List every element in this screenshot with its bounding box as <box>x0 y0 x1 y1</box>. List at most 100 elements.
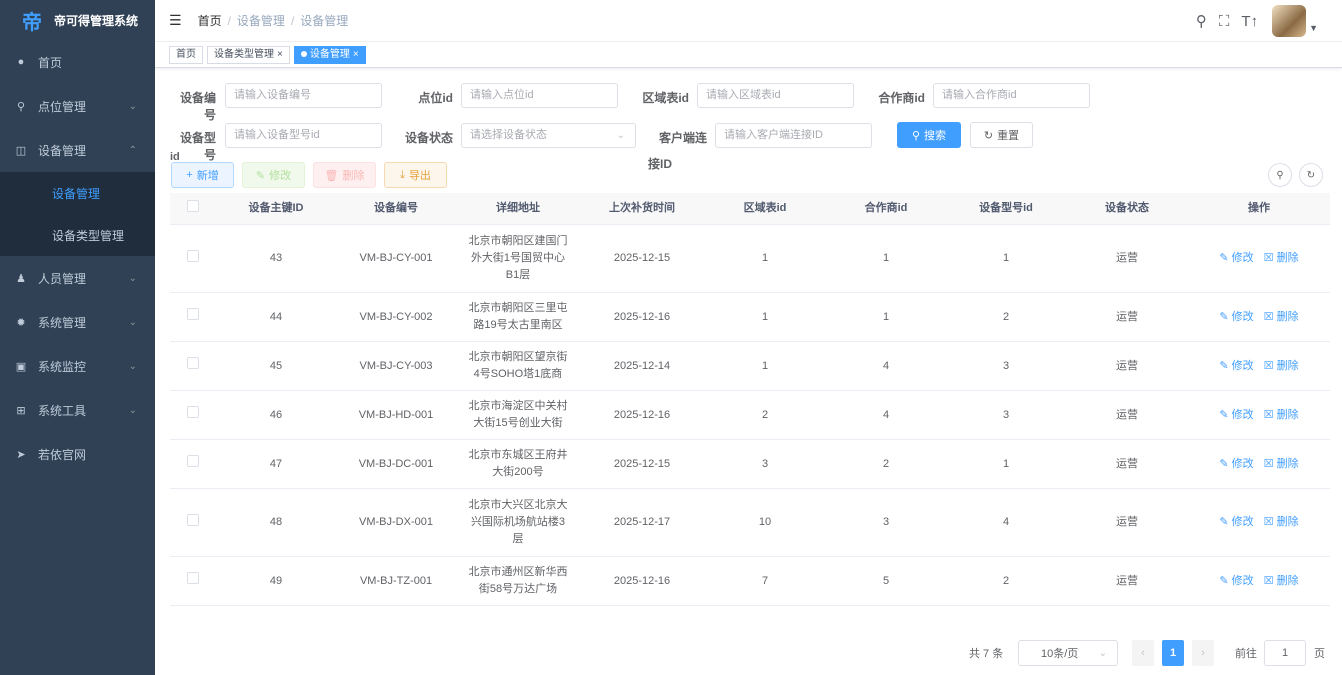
sidebar-subitem-device-type[interactable]: 设备类型管理 <box>0 214 155 256</box>
row-checkbox[interactable] <box>187 249 199 262</box>
sidebar-item-home[interactable]: ● 首页 <box>0 40 155 84</box>
table-row: 48 VM-BJ-DX-001 北京市大兴区北京大 兴国际机场航站楼3 层 2025-12… <box>170 489 1330 557</box>
status-select[interactable]: 请选择设备状态 ⌄ <box>461 123 636 148</box>
row-delete-button[interactable]: ☒ 删除 <box>1264 458 1299 470</box>
close-icon[interactable]: × <box>353 49 359 60</box>
cell-address: 北京市朝阳区望京街 4号SOHO塔1底商 <box>456 349 580 383</box>
cell-address: 北京市海淀区中关村 大街15号创业大街 <box>456 398 580 432</box>
cell-device-no: VM-BJ-DX-001 <box>359 516 433 528</box>
search-button[interactable]: ⚲ 搜索 <box>897 122 961 148</box>
header-cell: 上次补货时间 <box>609 202 675 214</box>
table-row: 44 VM-BJ-CY-002 北京市朝阳区三里屯 路19号太古里南区 2025-12-… <box>170 293 1330 342</box>
refresh-button[interactable]: ↻ <box>1299 163 1323 187</box>
row-checkbox[interactable] <box>187 308 199 320</box>
page-number-button[interactable]: 1 <box>1162 640 1184 666</box>
toggle-search-button[interactable]: ⚲ <box>1268 163 1292 187</box>
cell-region-id: 1 <box>761 252 769 264</box>
row-checkbox[interactable] <box>187 406 199 418</box>
label-client-id: 客户端连 <box>658 131 707 145</box>
row-edit-button[interactable]: ✎ 修改 <box>1219 458 1253 470</box>
avatar[interactable] <box>1272 5 1307 37</box>
breadcrumb-home[interactable]: 首页 <box>198 12 222 29</box>
header-cell: 操作 <box>1248 202 1270 214</box>
sidebar-item-system[interactable]: ✹ 系统管理 ⌄ <box>0 300 155 344</box>
goto-page-input[interactable]: 1 <box>1264 640 1306 666</box>
cell-partner-id: 2 <box>882 457 890 470</box>
cell-device-no: VM-BJ-HD-001 <box>358 408 434 421</box>
sidebar-item-label: 系统管理 <box>38 315 87 330</box>
row-delete-label: 删除 <box>1276 457 1299 470</box>
header-cell: 区域表id <box>743 202 787 214</box>
row-checkbox[interactable] <box>187 455 199 467</box>
edit-icon: ✎ <box>1219 574 1232 587</box>
row-checkbox[interactable] <box>187 572 199 584</box>
row-edit-button[interactable]: ✎ 修改 <box>1219 360 1253 372</box>
row-edit-button[interactable]: ✎ 修改 <box>1219 516 1253 528</box>
sidebar-subitem-device-management[interactable]: 设备管理 <box>0 172 155 214</box>
sidebar-item-monitor[interactable]: ▣ 系统监控 ⌄ <box>0 344 155 388</box>
row-delete-label: 删除 <box>1276 359 1299 372</box>
delete-button[interactable]: 🗑 删除 <box>313 162 376 188</box>
trash-icon: ☒ <box>1263 252 1277 264</box>
sidebar-item-label: 人员管理 <box>38 271 87 286</box>
address-line: 北京市海淀区中关村 <box>468 400 568 412</box>
logo-icon: 帝 <box>22 11 42 34</box>
cell-region-id: 7 <box>761 574 769 587</box>
row-edit-button[interactable]: ✎ 修改 <box>1219 575 1253 587</box>
trash-icon: ☒ <box>1263 310 1277 323</box>
row-delete-button[interactable]: ☒ 删除 <box>1264 360 1299 372</box>
cell-address: 北京市朝阳区三里屯 路19号太古里南区 <box>456 300 580 334</box>
prev-page-button[interactable]: ‹ <box>1132 640 1154 666</box>
row-checkbox[interactable] <box>187 357 199 369</box>
refresh-icon: ↻ <box>1306 169 1316 181</box>
row-delete-button[interactable]: ☒ 删除 <box>1264 252 1299 264</box>
row-delete-button[interactable]: ☒ 删除 <box>1264 311 1299 323</box>
row-checkbox-cell <box>170 249 216 268</box>
reset-button[interactable]: ↻ 重置 <box>970 122 1033 148</box>
sidebar-item-points[interactable]: ⚲ 点位管理 ⌄ <box>0 84 155 128</box>
region-id-input[interactable]: 请输入区域表id <box>697 83 854 108</box>
font-size-icon[interactable]: T↑ <box>1241 13 1258 30</box>
cell-device-id: 49 <box>269 574 283 587</box>
search-icon[interactable]: ⚲ <box>1196 12 1207 30</box>
caret-down-icon[interactable]: ▼ <box>1309 23 1318 33</box>
partner-id-input[interactable]: 请输入合作商id <box>933 83 1090 108</box>
cell-device-id: 43 <box>269 252 283 264</box>
close-icon[interactable]: × <box>277 49 283 60</box>
row-edit-button[interactable]: ✎ 修改 <box>1219 311 1253 323</box>
row-checkbox-cell <box>170 455 216 473</box>
hamburger-icon[interactable]: ☰ <box>169 12 182 29</box>
row-delete-button[interactable]: ☒ 删除 <box>1264 575 1299 587</box>
app-logo[interactable]: 帝 帝可得管理系统 <box>0 0 155 40</box>
row-edit-button[interactable]: ✎ 修改 <box>1219 409 1253 421</box>
cell-status: 运营 <box>1116 252 1138 264</box>
model-id-input[interactable]: 请输入设备型号id <box>225 123 382 148</box>
edit-button[interactable]: ✎ 修改 <box>242 162 305 188</box>
fullscreen-icon[interactable]: ⛶ <box>1219 13 1230 30</box>
point-id-input[interactable]: 请输入点位id <box>461 83 618 108</box>
device-no-input[interactable]: 请输入设备编号 <box>225 83 382 108</box>
sidebar-item-devices[interactable]: ◫ 设备管理 ⌃ <box>0 128 155 172</box>
breadcrumb-separator: / <box>290 13 295 28</box>
row-delete-button[interactable]: ☒ 删除 <box>1264 409 1299 421</box>
sidebar-item-staff[interactable]: ♟ 人员管理 ⌄ <box>0 256 155 300</box>
tag-home[interactable]: 首页 <box>169 45 203 64</box>
cell-device-no: VM-BJ-CY-002 <box>359 310 433 323</box>
cell-model-id: 2 <box>1002 310 1010 323</box>
client-id-input[interactable]: 请输入客户端连接ID <box>715 123 872 148</box>
tag-device-management[interactable]: 设备管理 × <box>293 45 366 64</box>
row-delete-button[interactable]: ☒ 删除 <box>1264 516 1299 528</box>
tag-device-type[interactable]: 设备类型管理 × <box>207 45 290 64</box>
row-checkbox[interactable] <box>187 513 199 526</box>
next-page-button[interactable]: › <box>1192 640 1214 666</box>
export-button[interactable]: ⤓ 导出 <box>384 162 447 188</box>
sidebar-item-website[interactable]: ➤ 若依官网 <box>0 432 155 476</box>
page-size-select[interactable]: 10条/页 ⌄ <box>1018 640 1118 666</box>
search-icon: ⚲ <box>1276 169 1284 181</box>
add-button[interactable]: + 新增 <box>171 162 234 188</box>
sidebar-item-tools[interactable]: ⊞ 系统工具 ⌄ <box>0 388 155 432</box>
row-edit-button[interactable]: ✎ 修改 <box>1219 252 1253 264</box>
label-region-id: 区域表id <box>642 91 689 105</box>
header-cell: 合作商id <box>864 202 908 214</box>
select-all-checkbox[interactable] <box>187 199 199 212</box>
